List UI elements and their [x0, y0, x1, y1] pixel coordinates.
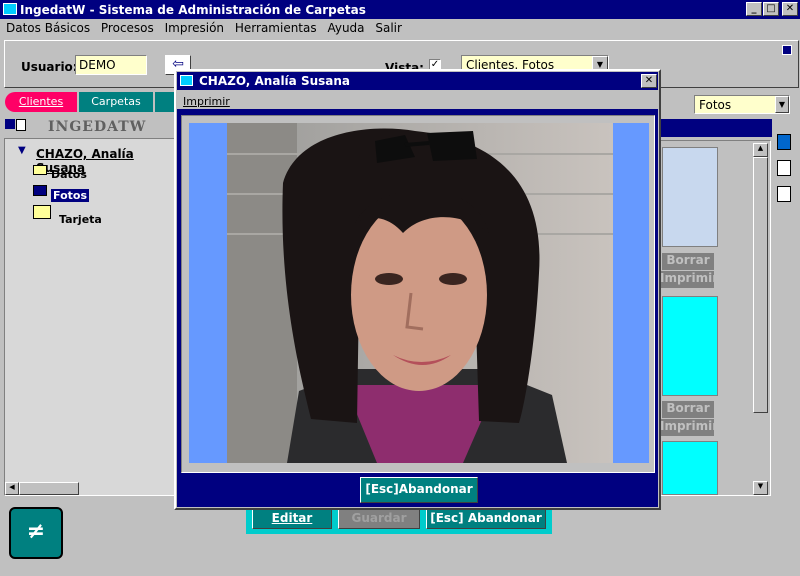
- imprimir-button-2[interactable]: Imprimir: [660, 419, 718, 436]
- menu-bar: Datos Básicos Procesos Impresión Herrami…: [6, 21, 409, 35]
- document-icon[interactable]: [777, 160, 791, 176]
- app-logo-icon: ≠: [9, 507, 63, 559]
- tree-item-tarjeta[interactable]: Tarjeta: [59, 213, 102, 226]
- thumbnail-cyan-2: [662, 441, 718, 495]
- menu-salir[interactable]: Salir: [375, 21, 402, 35]
- new-page-icon[interactable]: [16, 119, 26, 131]
- tree-scroll-left[interactable]: ◀: [5, 482, 19, 495]
- app-window-icon: [3, 3, 17, 15]
- minimize-button[interactable]: _: [746, 2, 762, 16]
- pin-icon[interactable]: [782, 45, 792, 55]
- tree-item-datos[interactable]: Datos: [51, 168, 87, 181]
- calendar-icon[interactable]: [777, 186, 791, 202]
- calculator-icon[interactable]: [777, 134, 791, 150]
- menu-impresion[interactable]: Impresión: [165, 21, 224, 35]
- user-label: Usuario:: [21, 60, 78, 74]
- menu-herramientas[interactable]: Herramientas: [235, 21, 317, 35]
- close-button[interactable]: ✕: [782, 2, 798, 16]
- imprimir-button-1[interactable]: Imprimir: [660, 271, 718, 288]
- menu-datos-basicos[interactable]: Datos Básicos: [6, 21, 90, 35]
- tree-panel: ▼ CHAZO, Analía Susana Datos Fotos Tarje…: [4, 138, 176, 496]
- photo-border: [189, 123, 649, 463]
- cancel-button[interactable]: [Esc] Abandonar: [426, 509, 546, 529]
- right-scroll-up[interactable]: ▲: [753, 143, 768, 157]
- maximize-button[interactable]: □: [763, 2, 779, 16]
- photo-frame: [181, 115, 655, 473]
- folder-icon: [33, 165, 47, 175]
- logo-text: INGEDATW: [48, 119, 147, 135]
- expand-triangle-icon[interactable]: ▼: [18, 145, 26, 156]
- tab-strip: Clientes Carpetas: [5, 92, 195, 114]
- right-select-chevron-icon[interactable]: ▼: [775, 96, 789, 113]
- tab-clientes-label: Clientes: [18, 95, 64, 108]
- app-titlebar: IngedatW - Sistema de Administración de …: [0, 0, 800, 19]
- edit-button[interactable]: Editar: [252, 509, 332, 529]
- user-value: DEMO: [79, 58, 116, 72]
- tab-clientes[interactable]: Clientes: [5, 92, 77, 112]
- dialog-title: CHAZO, Analía Susana: [199, 74, 351, 88]
- portrait-photo: [227, 123, 613, 463]
- right-scroll-thumb[interactable]: [753, 157, 768, 413]
- collapse-icon[interactable]: [5, 119, 15, 129]
- dialog-titlebar: CHAZO, Analía Susana ✕: [177, 72, 658, 90]
- tree-item-fotos[interactable]: Fotos: [51, 189, 89, 202]
- save-button[interactable]: Guardar: [338, 509, 420, 529]
- borrar-button-2[interactable]: Borrar: [662, 401, 714, 418]
- menu-ayuda[interactable]: Ayuda: [327, 21, 364, 35]
- thumbnail-document: [662, 147, 718, 247]
- card-icon: [33, 205, 51, 219]
- app-title: IngedatW - Sistema de Administración de …: [20, 3, 366, 17]
- tab-carpetas-label: Carpetas: [91, 95, 141, 108]
- right-thumbnail-area: Borrar Imprimir Borrar Imprimir ▲ ▼: [655, 140, 771, 496]
- photo-dialog: CHAZO, Analía Susana ✕ Imprimir [Esc]Aba…: [174, 69, 661, 510]
- monitor-icon: [33, 185, 47, 196]
- thumbnail-cyan-1: [662, 296, 718, 396]
- menu-procesos[interactable]: Procesos: [101, 21, 154, 35]
- tree-scroll-thumb[interactable]: [19, 482, 79, 495]
- borrar-button-1[interactable]: Borrar: [662, 253, 714, 270]
- right-scroll-down[interactable]: ▼: [753, 481, 768, 495]
- tab-carpetas[interactable]: Carpetas: [79, 92, 153, 112]
- user-field[interactable]: DEMO: [75, 55, 147, 75]
- dialog-close-button[interactable]: ✕: [641, 74, 657, 88]
- right-select-value: Fotos: [699, 98, 732, 112]
- logo-strip: INGEDATW: [4, 116, 174, 138]
- right-select[interactable]: Fotos ▼: [694, 95, 790, 114]
- dialog-body: [Esc]Abandonar: [177, 109, 658, 507]
- dialog-abandon-button[interactable]: [Esc]Abandonar: [360, 477, 478, 503]
- dialog-window-icon: [180, 75, 193, 86]
- dialog-menu-imprimir[interactable]: Imprimir: [183, 95, 230, 108]
- right-header-bar: [660, 119, 772, 137]
